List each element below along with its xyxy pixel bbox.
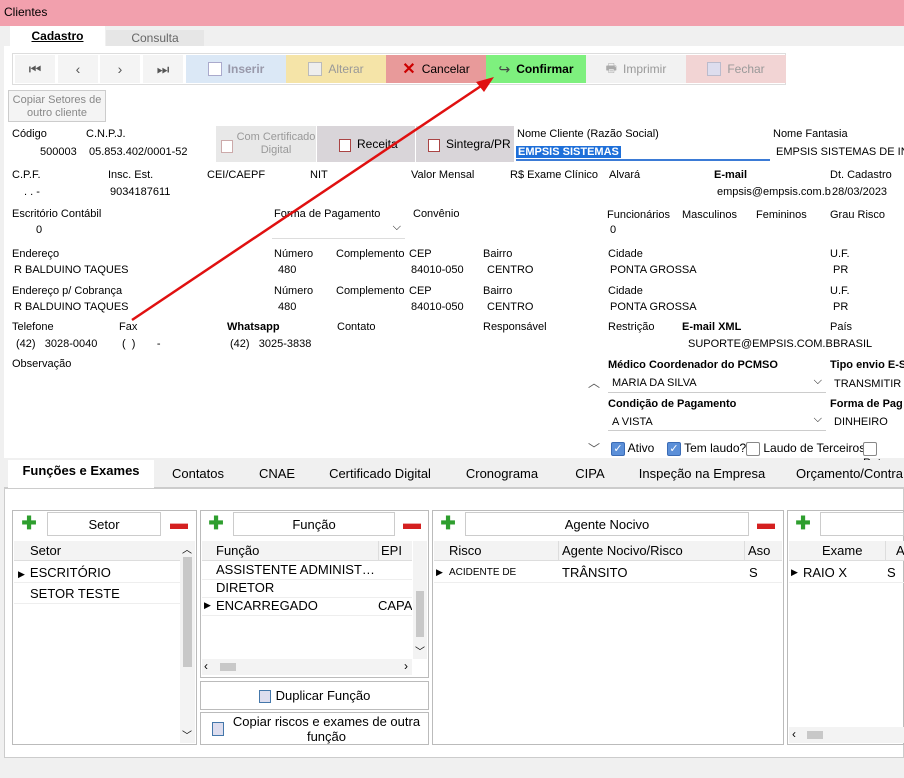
add-exame-button[interactable]: ✚ — [789, 512, 817, 536]
a-cell: S — [887, 565, 896, 580]
tab-cipa[interactable]: CIPA — [566, 463, 614, 485]
aso-col-label: Aso — [744, 541, 770, 561]
tab-certificado[interactable]: Certificado Digital — [322, 463, 438, 485]
agente-cell: TRÂNSITO — [562, 565, 628, 580]
tab-cronograma[interactable]: Cronograma — [460, 463, 544, 485]
scroll-right-icon[interactable]: › — [404, 659, 408, 673]
scroll-thumb[interactable] — [416, 591, 424, 637]
table-row[interactable]: SETOR TESTE — [14, 583, 180, 604]
scroll-up-icon[interactable]: ︿ — [182, 541, 192, 556]
tab-cnae-label: CNAE — [258, 466, 296, 481]
table-row[interactable]: ▶ RAIO X S — [789, 562, 904, 583]
tab-contatos-label: Contatos — [171, 466, 225, 481]
tab-cipa-label: CIPA — [575, 466, 605, 481]
a-col-label: A — [885, 541, 904, 561]
funcao-title: Função — [233, 512, 395, 536]
table-row[interactable]: ▶ ENCARREGADO CAPA — [202, 595, 412, 616]
copiar-riscos-label: Copiar riscos e exames de outra função — [232, 714, 421, 744]
scroll-thumb[interactable] — [220, 663, 236, 671]
setor-scrollbar[interactable]: ︿ ﹀ — [180, 541, 195, 743]
agente-col-label: Agente Nocivo/Risco — [558, 541, 683, 561]
tab-inspecao[interactable]: Inspeção na Empresa — [636, 463, 768, 485]
setor-col-header: Setor — [14, 541, 180, 561]
risco-col-label: Risco — [449, 543, 482, 558]
exame-title-bar — [820, 512, 904, 536]
row-pointer-icon: ▶ — [18, 569, 25, 579]
funcao-col-header: Função EPI — [202, 541, 412, 561]
scroll-down-icon[interactable]: ﹀ — [415, 643, 425, 658]
risco-cell: ACIDENTE DE — [449, 567, 517, 578]
row-pointer-icon: ▶ — [791, 567, 798, 577]
funcao-cell: ENCARREGADO — [216, 598, 318, 613]
tab-inspecao-label: Inspeção na Empresa — [638, 466, 766, 481]
agente-title: Agente Nocivo — [465, 512, 749, 536]
funcao-hscroll[interactable]: ‹ › — [202, 659, 412, 675]
tab-orcamento-label: Orçamento/Contra — [796, 466, 903, 481]
add-funcao-button[interactable]: ✚ — [202, 512, 230, 536]
scroll-thumb[interactable] — [183, 557, 192, 667]
tab-funcoes-exames[interactable]: Funções e Exames — [8, 460, 154, 488]
remove-funcao-button[interactable]: ▬ — [398, 512, 426, 536]
tab-orcamento[interactable]: Orçamento/Contra — [796, 463, 904, 485]
agente-col-header: Risco Agente Nocivo/Risco Aso — [434, 541, 782, 561]
exame-col-label: Exame — [822, 543, 863, 558]
duplicate-icon — [258, 690, 271, 704]
tab-contatos[interactable]: Contatos — [162, 463, 234, 485]
duplicar-funcao-button[interactable]: Duplicar Função — [200, 681, 429, 710]
row-pointer-icon: ▶ — [204, 600, 211, 610]
tab-cronograma-label: Cronograma — [465, 466, 539, 481]
add-agente-button[interactable]: ✚ — [434, 512, 462, 536]
add-setor-button[interactable]: ✚ — [14, 512, 44, 536]
exame-hscroll[interactable]: ‹ — [789, 727, 904, 743]
funcao-col-label: Função — [216, 543, 260, 558]
epi-cell: CAPA — [378, 598, 412, 613]
table-row[interactable]: ▶ ACIDENTE DE TRÂNSITO S — [434, 562, 782, 583]
table-row[interactable]: ▶ ESCRITÓRIO — [14, 562, 180, 583]
duplicar-label: Duplicar Função — [275, 688, 371, 703]
setor-cell: ESCRITÓRIO — [29, 565, 111, 580]
row-pointer-icon: ▶ — [436, 567, 443, 577]
scroll-down-icon[interactable]: ﹀ — [182, 727, 192, 742]
tab-certificado-label: Certificado Digital — [329, 466, 431, 481]
exame-cell: RAIO X — [803, 565, 848, 580]
aso-cell: S — [749, 565, 758, 580]
tab-funcoes-label: Funções e Exames — [22, 463, 140, 478]
funcao-vscroll[interactable]: ﹀ — [413, 541, 427, 659]
setor-cell: SETOR TESTE — [30, 586, 120, 601]
scroll-left-icon[interactable]: ‹ — [204, 659, 208, 673]
exame-col-header: Exame A — [789, 541, 904, 561]
tab-cnae[interactable]: CNAE — [250, 463, 304, 485]
clipboard-icon — [212, 722, 224, 736]
remove-agente-button[interactable]: ▬ — [752, 512, 780, 536]
scroll-thumb[interactable] — [807, 731, 823, 739]
remove-setor-button[interactable]: ▬ — [164, 512, 194, 536]
epi-col-label: EPI — [378, 541, 402, 561]
copiar-riscos-button[interactable]: Copiar riscos e exames de outra função — [200, 712, 429, 745]
scroll-left-icon[interactable]: ‹ — [792, 727, 796, 741]
setor-title: Setor — [47, 512, 161, 536]
setor-col-label: Setor — [30, 543, 62, 558]
